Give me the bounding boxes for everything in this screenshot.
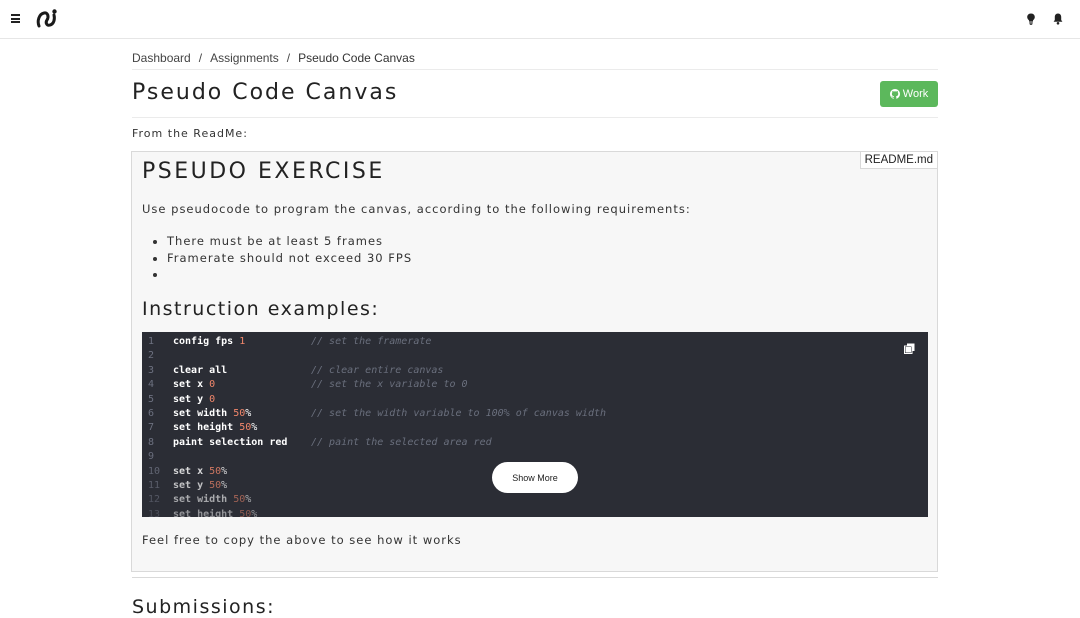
readme-intro: Use pseudocode to program the canvas, ac… (142, 202, 691, 216)
code-keyword: set height (173, 422, 240, 434)
work-button[interactable]: Work (880, 81, 938, 107)
code-comment: // clear entire canvas (311, 364, 444, 376)
code-text: set width 50% (173, 407, 251, 421)
submissions-heading: Submissions: (132, 596, 275, 618)
code-block: 1 config fps 1// set the framerate 2 3 clear… (142, 332, 928, 517)
code-text: set height 50% (173, 421, 257, 435)
line-number: 2 (148, 350, 155, 362)
divider (132, 117, 938, 118)
app-logo-icon[interactable] (35, 7, 59, 31)
code-line: 4 set x 0 // set the x variable to 0 (142, 378, 928, 392)
examples-heading: Instruction examples: (142, 298, 380, 320)
code-text: set y 0 (173, 393, 215, 407)
readme-filename-tag: README.md (859, 152, 937, 169)
line-number: 7 (148, 422, 155, 434)
list-item: There must be at least 5 frames (167, 234, 412, 251)
breadcrumb-separator: / (286, 51, 291, 65)
code-comment: // set the width variable to 100% of can… (311, 407, 607, 419)
page-title: Pseudo Code Canvas (132, 80, 399, 105)
line-number: 3 (148, 364, 155, 376)
code-unit: % (251, 422, 258, 434)
divider (132, 577, 938, 578)
github-icon (889, 89, 900, 99)
lightbulb-icon[interactable] (1026, 13, 1036, 25)
code-line: 2 (142, 349, 928, 363)
breadcrumb: Dashboard / Assignments / Pseudo Code Ca… (132, 47, 938, 69)
code-keyword: set y (173, 393, 210, 405)
hamburger-menu-icon[interactable] (11, 14, 20, 23)
code-unit: % (245, 407, 252, 419)
requirements-list: There must be at least 5 frames Framerat… (167, 234, 412, 284)
list-item: Framerate should not exceed 30 FPS (167, 251, 412, 268)
code-keyword: config fps (173, 336, 240, 347)
copy-icon[interactable] (904, 343, 915, 354)
code-number: 50 (239, 422, 252, 434)
breadcrumb-current: Pseudo Code Canvas (298, 51, 415, 65)
code-number: 0 (209, 393, 216, 405)
code-number: 0 (209, 379, 216, 391)
divider (132, 69, 938, 70)
code-line: 3 clear all // clear entire canvas (142, 364, 928, 378)
code-line: 7 set height 50% (142, 421, 928, 435)
from-readme-label: From the ReadMe: (132, 127, 248, 140)
top-navbar (0, 0, 1080, 39)
code-number: 1 (239, 336, 246, 347)
work-button-label: Work (902, 88, 929, 100)
list-item (167, 267, 412, 284)
breadcrumb-separator: / (198, 51, 203, 65)
readme-footer-text: Feel free to copy the above to see how i… (142, 533, 462, 547)
code-line: 5 set y 0 (142, 393, 928, 407)
code-line: 6 set width 50% // set the width variable … (142, 407, 928, 421)
line-number: 4 (148, 379, 155, 391)
readme-panel: README.md PSEUDO EXERCISE Use pseudocode… (131, 151, 938, 572)
breadcrumb-assignments[interactable]: Assignments (210, 51, 279, 65)
line-number: 5 (148, 393, 155, 405)
code-text: config fps 1 (173, 335, 245, 349)
readme-heading: PSEUDO EXERCISE (142, 159, 385, 184)
line-number: 6 (148, 407, 155, 419)
code-keyword: clear all (173, 364, 228, 376)
breadcrumb-dashboard[interactable]: Dashboard (132, 51, 191, 65)
code-keyword: set width (173, 407, 234, 419)
code-text: set x 0 (173, 378, 215, 392)
line-number: 1 (148, 336, 155, 347)
bell-icon[interactable] (1053, 13, 1063, 25)
code-number: 50 (233, 407, 246, 419)
code-comment: // set the x variable to 0 (311, 379, 468, 391)
show-more-button[interactable]: Show More (492, 462, 578, 493)
code-line: 1 config fps 1// set the framerate (142, 335, 928, 349)
code-text: clear all (173, 364, 227, 378)
code-keyword: set x (173, 379, 210, 391)
code-comment: // set the framerate (311, 336, 432, 347)
